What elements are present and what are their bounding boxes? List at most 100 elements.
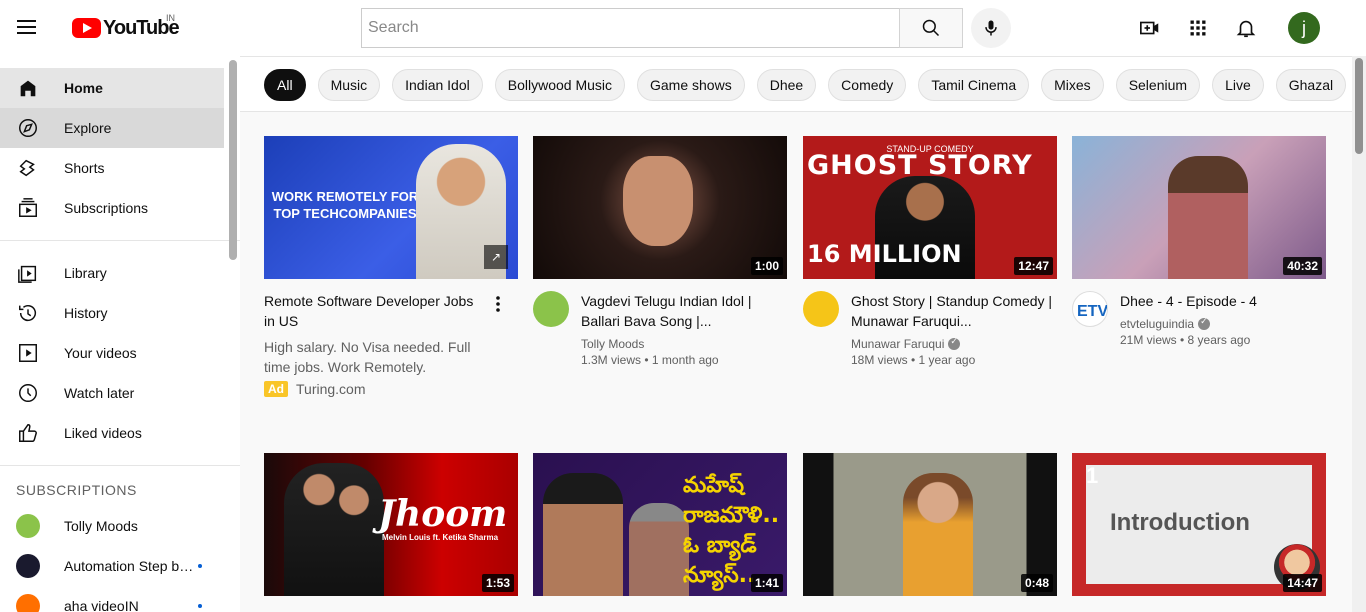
channel-name[interactable]: Munawar Faruqui bbox=[851, 337, 944, 351]
sidebar-item-label: Library bbox=[64, 265, 107, 281]
youtube-logo[interactable]: YouTube IN bbox=[72, 13, 180, 40]
search-bar bbox=[361, 8, 963, 48]
sidebar-item-label: Watch later bbox=[64, 385, 135, 401]
channel-name[interactable]: Tolly Moods bbox=[581, 337, 644, 351]
video-card[interactable]: 40:32 ETV Dhee - 4 - Episode - 4 etvtelu… bbox=[1072, 136, 1326, 347]
top-bar: YouTube IN j bbox=[0, 0, 1366, 56]
compass-icon bbox=[16, 116, 40, 140]
duration-badge: 1:00 bbox=[750, 257, 783, 275]
video-stats: 18M views • 1 year ago bbox=[851, 353, 976, 367]
search-input[interactable] bbox=[361, 8, 899, 48]
video-card[interactable]: STAND-UP COMEDY GHOST STORY 16 MILLION 1… bbox=[803, 136, 1057, 367]
chip-music[interactable]: Music bbox=[317, 69, 381, 101]
video-card[interactable]: 1 Introduction 14:47 bbox=[1072, 453, 1326, 596]
chip-live[interactable]: Live bbox=[1212, 69, 1264, 101]
sidebar-item-automation-step-by-step[interactable]: Automation Step by Step bbox=[0, 546, 224, 586]
thumbnail-text: 16 MILLION bbox=[807, 240, 962, 268]
apps-grid-icon bbox=[1190, 20, 1206, 36]
thumbs-up-icon bbox=[16, 421, 40, 445]
video-title[interactable]: Vagdevi Telugu Indian Idol | Ballari Bav… bbox=[581, 291, 787, 331]
thumbnail-person bbox=[629, 503, 689, 596]
video-title[interactable]: Dhee - 4 - Episode - 4 bbox=[1120, 291, 1257, 311]
channel-avatar[interactable] bbox=[803, 291, 839, 327]
sidebar-item-home[interactable]: Home bbox=[0, 68, 224, 108]
video-thumbnail[interactable]: మహేష్ రాజమౌళి.. ఓ బ్యాడ్ న్యూస్.. 1:41 bbox=[533, 453, 787, 596]
chip-bollywood-music[interactable]: Bollywood Music bbox=[494, 69, 625, 101]
ad-card[interactable]: WORK REMOTELY FOR TOP TECHCOMPANIES ↗ Re… bbox=[264, 136, 518, 397]
chip-comedy[interactable]: Comedy bbox=[828, 69, 907, 101]
menu-icon[interactable] bbox=[16, 16, 56, 40]
sidebar-item-watch-later[interactable]: Watch later bbox=[0, 373, 224, 413]
page-scrollbar[interactable] bbox=[1352, 56, 1366, 612]
sidebar-item-history[interactable]: History bbox=[0, 293, 224, 333]
sidebar-item-subscriptions[interactable]: Subscriptions bbox=[0, 188, 224, 228]
notifications-button[interactable] bbox=[1234, 16, 1258, 40]
search-button[interactable] bbox=[899, 8, 963, 48]
apps-button[interactable] bbox=[1186, 16, 1210, 40]
sidebar-item-shorts[interactable]: Shorts bbox=[0, 148, 224, 188]
channel-avatar[interactable] bbox=[533, 291, 569, 327]
video-card[interactable]: 0:48 bbox=[803, 453, 1057, 596]
sidebar-item-label: Home bbox=[64, 80, 103, 96]
voice-search-button[interactable] bbox=[971, 8, 1011, 48]
youtube-play-icon bbox=[72, 18, 101, 38]
ad-thumbnail[interactable]: WORK REMOTELY FOR TOP TECHCOMPANIES ↗ bbox=[264, 136, 518, 279]
sidebar-item-label: Shorts bbox=[64, 160, 105, 176]
home-icon bbox=[16, 76, 40, 100]
ad-badge: Ad bbox=[264, 381, 288, 397]
video-thumbnail[interactable]: STAND-UP COMEDY GHOST STORY 16 MILLION 1… bbox=[803, 136, 1057, 279]
video-thumbnail[interactable]: 1:00 bbox=[533, 136, 787, 279]
sidebar-item-label: Tolly Moods bbox=[64, 518, 138, 534]
video-thumbnail[interactable]: Jhoom Melvin Louis ft. Ketika Sharma 1:5… bbox=[264, 453, 518, 596]
sidebar-item-tolly-moods[interactable]: Tolly Moods bbox=[0, 506, 224, 546]
chip-dhee[interactable]: Dhee bbox=[756, 69, 817, 101]
user-avatar[interactable]: j bbox=[1288, 12, 1320, 44]
thumbnail-person bbox=[1168, 156, 1248, 279]
chip-ghazal[interactable]: Ghazal bbox=[1275, 69, 1347, 101]
video-card[interactable]: 1:00 Vagdevi Telugu Indian Idol | Ballar… bbox=[533, 136, 787, 367]
chip-all[interactable]: All bbox=[264, 69, 306, 101]
sidebar-item-library[interactable]: Library bbox=[0, 253, 224, 293]
create-video-button[interactable] bbox=[1138, 16, 1162, 40]
video-title[interactable]: Ghost Story | Standup Comedy | Munawar F… bbox=[851, 291, 1057, 331]
verified-icon bbox=[1198, 316, 1211, 330]
channel-avatar[interactable]: ETV bbox=[1072, 291, 1108, 327]
video-thumbnail[interactable]: 0:48 bbox=[803, 453, 1057, 596]
video-stats: 21M views • 8 years ago bbox=[1120, 333, 1251, 347]
create-video-icon bbox=[1140, 21, 1159, 35]
sidebar: Home Explore Shorts Subscriptions Librar… bbox=[0, 56, 240, 612]
duration-badge: 14:47 bbox=[1283, 574, 1322, 592]
subscriptions-nav: SUBSCRIPTIONS Tolly Moods Automation Ste… bbox=[0, 466, 240, 612]
sidebar-item-aha-videoin[interactable]: aha videoIN bbox=[0, 586, 224, 612]
thumbnail-text: Introduction bbox=[1110, 509, 1250, 536]
your-videos-icon bbox=[16, 341, 40, 365]
verified-icon bbox=[948, 336, 961, 350]
thumbnail-text: Melvin Louis ft. Ketika Sharma bbox=[382, 533, 499, 542]
video-card[interactable]: Jhoom Melvin Louis ft. Ketika Sharma 1:5… bbox=[264, 453, 518, 596]
video-thumbnail[interactable]: 1 Introduction 14:47 bbox=[1072, 453, 1326, 596]
sidebar-item-explore[interactable]: Explore bbox=[0, 108, 224, 148]
new-content-dot bbox=[198, 604, 202, 608]
video-thumbnail[interactable]: 40:32 bbox=[1072, 136, 1326, 279]
chip-tamil-cinema[interactable]: Tamil Cinema bbox=[918, 69, 1030, 101]
ad-title[interactable]: Remote Software Developer Jobs in US bbox=[264, 291, 488, 331]
chip-indian-idol[interactable]: Indian Idol bbox=[392, 69, 483, 101]
sidebar-scrollbar[interactable] bbox=[229, 60, 237, 260]
duration-badge: 12:47 bbox=[1014, 257, 1053, 275]
chip-game-shows[interactable]: Game shows bbox=[637, 69, 745, 101]
duration-badge: 40:32 bbox=[1283, 257, 1322, 275]
video-card[interactable]: మహేష్ రాజమౌళి.. ఓ బ్యాడ్ న్యూస్.. 1:41 bbox=[533, 453, 787, 596]
more-options-icon[interactable] bbox=[486, 292, 510, 316]
microphone-icon bbox=[985, 20, 997, 36]
sidebar-item-label: Your videos bbox=[64, 345, 137, 361]
chip-selenium[interactable]: Selenium bbox=[1115, 69, 1201, 101]
chip-mixes[interactable]: Mixes bbox=[1041, 69, 1104, 101]
sidebar-item-your-videos[interactable]: Your videos bbox=[0, 333, 224, 373]
channel-avatar bbox=[16, 594, 40, 612]
external-link-icon[interactable]: ↗ bbox=[484, 245, 508, 269]
thumbnail-person bbox=[284, 463, 384, 596]
sidebar-item-label: Explore bbox=[64, 120, 112, 136]
channel-name[interactable]: etvteluguindia bbox=[1120, 317, 1194, 331]
sidebar-item-liked-videos[interactable]: Liked videos bbox=[0, 413, 224, 453]
page-scrollbar-thumb[interactable] bbox=[1355, 58, 1363, 154]
